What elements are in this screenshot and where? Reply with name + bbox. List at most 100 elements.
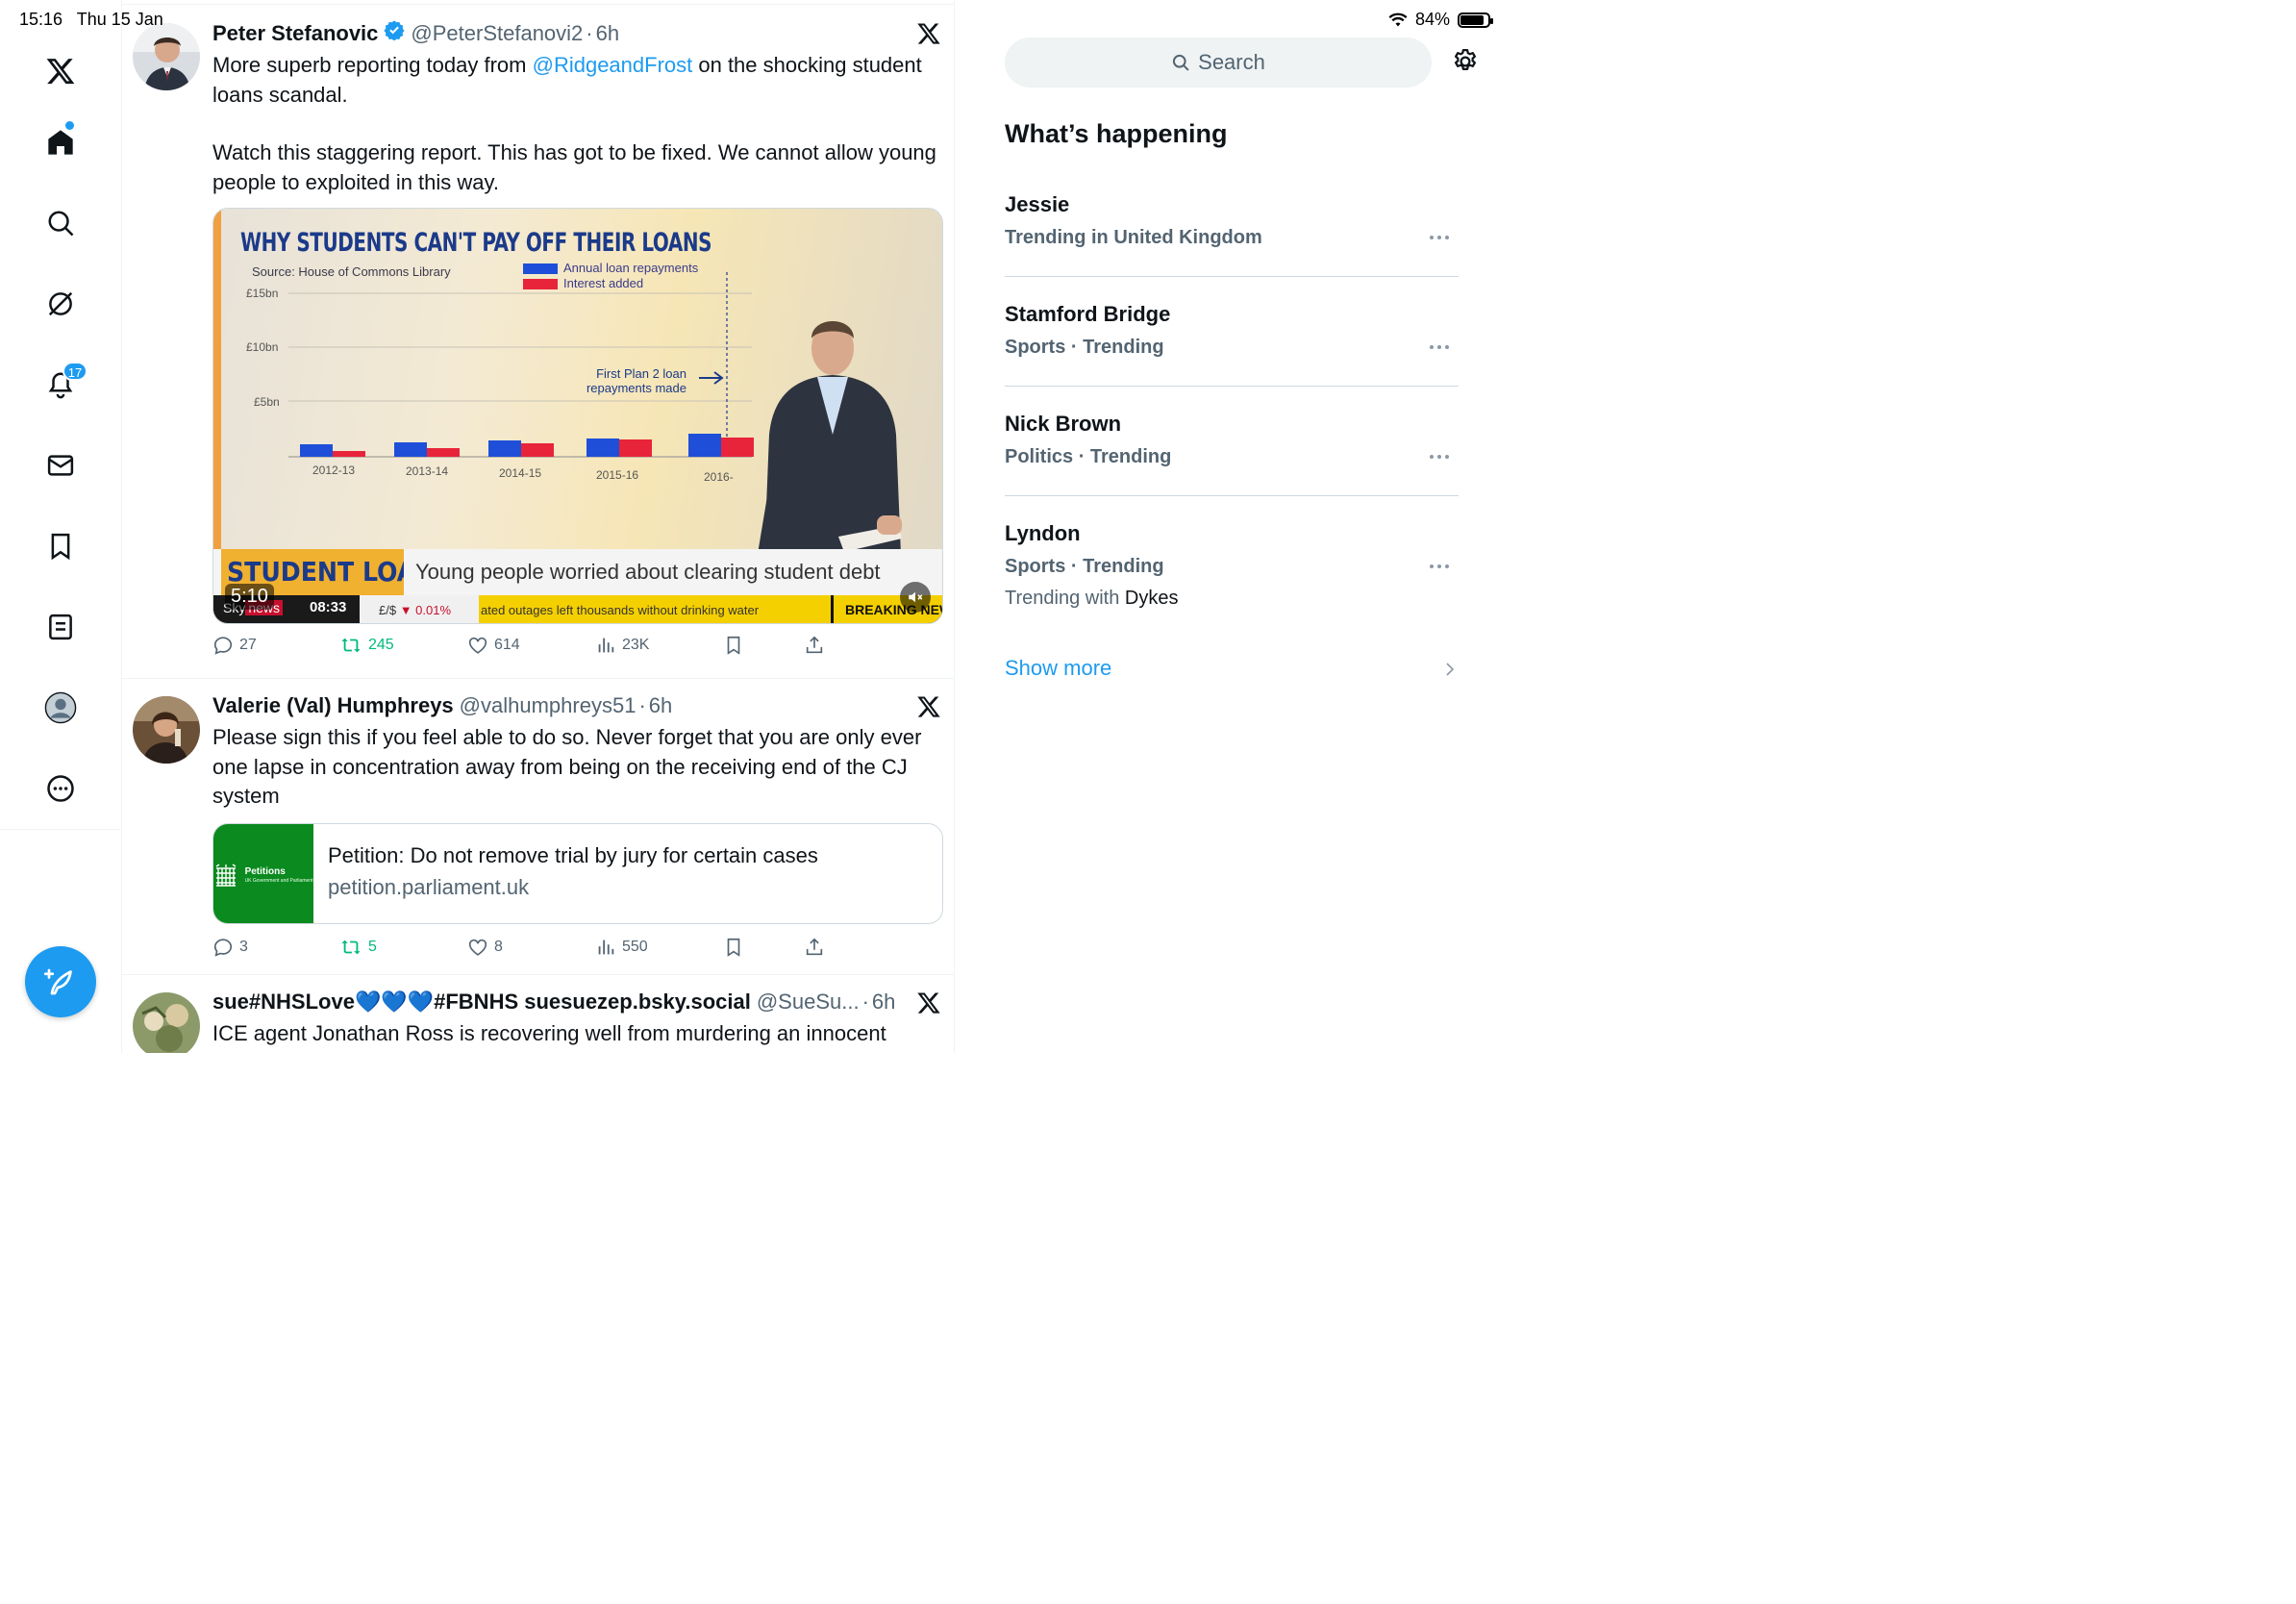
like-button[interactable]: 8: [467, 937, 503, 958]
separator-dot: ·: [638, 693, 646, 717]
compose-icon: [43, 968, 72, 995]
battery-level: [1460, 14, 1484, 25]
more-icon[interactable]: [36, 764, 86, 814]
author-name[interactable]: Valerie (Val) Humphreys: [212, 692, 454, 719]
trend-item[interactable]: Nick Brown Politics · Trending: [1005, 412, 1459, 496]
views-icon: [598, 940, 614, 955]
repost-button[interactable]: 245: [339, 635, 394, 656]
repost-count: 245: [368, 637, 394, 653]
x-logo-icon[interactable]: [916, 694, 941, 719]
views-icon: [598, 638, 614, 653]
tweet[interactable]: sue#NHSLove💙💙💙#FBNHS suesuezep.bsky.soci…: [122, 975, 954, 1053]
grok-icon[interactable]: [36, 279, 86, 329]
author-handle[interactable]: @SueSu...: [757, 989, 860, 1015]
tweet-text: ICE agent Jonathan Ross is recovering we…: [212, 1021, 886, 1045]
x-tick: 2012-13: [312, 464, 355, 477]
video-bar-blue: [688, 434, 721, 457]
link-card-title: Petition: Do not remove trial by jury fo…: [328, 843, 818, 867]
mention-link[interactable]: @RidgeandFrost: [533, 53, 693, 77]
views-button[interactable]: 23K: [595, 635, 649, 656]
settings-button[interactable]: [1451, 47, 1482, 78]
trend-item[interactable]: Lyndon Sports · Trending Trending with D…: [1005, 521, 1459, 627]
tweet[interactable]: Valerie (Val) Humphreys @valhumphreys51 …: [122, 679, 954, 975]
trend-meta: Sports · Trending: [1005, 556, 1164, 577]
video-ticker: Skynews 08:33 £/$ ▼ 0.01% ated outages l…: [213, 595, 942, 623]
tweet-time[interactable]: 6h: [872, 989, 895, 1015]
x-tick: 2015-16: [596, 468, 638, 482]
compose-button[interactable]: [25, 946, 96, 1017]
video-bar-blue: [394, 442, 427, 457]
x-tick: 2014-15: [499, 466, 541, 480]
home-icon[interactable]: [36, 117, 86, 167]
lists-icon[interactable]: [36, 602, 86, 652]
x-logo-icon[interactable]: [916, 990, 941, 1015]
more-dots-icon[interactable]: [1428, 562, 1451, 571]
bell-icon[interactable]: 17: [36, 360, 87, 410]
video-bar-red: [333, 451, 365, 457]
bookmark-button[interactable]: [723, 937, 744, 958]
battery-icon: [1458, 12, 1493, 28]
avatar[interactable]: [133, 23, 200, 90]
separator-dot: ·: [861, 990, 869, 1014]
more-dots-icon[interactable]: [1428, 233, 1451, 242]
tweet-time[interactable]: 6h: [649, 692, 672, 719]
video-bar-red: [619, 439, 652, 457]
share-icon: [806, 938, 823, 956]
trend-name: Lyndon: [1005, 521, 1081, 545]
tweet-time[interactable]: 6h: [596, 20, 619, 47]
trend-meta: Trending in United Kingdom: [1005, 227, 1262, 248]
video-bar-blue: [586, 439, 619, 457]
like-button[interactable]: 614: [467, 635, 520, 656]
share-button[interactable]: [804, 635, 825, 656]
right-sidebar: Search What’s happening Jessie Trending …: [983, 0, 1502, 1053]
video-lower-third: STUDENT LOANS Young people worried about…: [213, 549, 942, 595]
mail-icon[interactable]: [36, 440, 86, 490]
reply-button[interactable]: 3: [212, 937, 248, 958]
reply-button[interactable]: 27: [212, 635, 257, 656]
show-more-link[interactable]: Show more: [1005, 656, 1111, 681]
bookmark-nav-icon[interactable]: [36, 521, 86, 571]
chevron-right-icon[interactable]: [1444, 662, 1456, 677]
status-bar-left: 15:16 Thu 15 Jan: [19, 10, 173, 30]
author-handle[interactable]: @valhumphreys51: [460, 692, 636, 719]
x-logo-icon[interactable]: [916, 21, 941, 46]
tweet-actions: 27 245 614 23K: [212, 635, 847, 662]
trend-item[interactable]: Jessie Trending in United Kingdom: [1005, 192, 1459, 277]
avatar[interactable]: [133, 992, 200, 1053]
link-card-thumb-title: Petitions UK Government and Parliament: [245, 866, 313, 884]
profile-icon[interactable]: [36, 683, 86, 733]
link-card-thumbnail: Petitions UK Government and Parliament: [213, 824, 313, 923]
y-tick: £5bn: [254, 395, 280, 409]
video-lower-text: Young people worried about clearing stud…: [415, 560, 881, 584]
avatar[interactable]: [133, 696, 200, 764]
views-button[interactable]: 550: [595, 937, 648, 958]
share-button[interactable]: [804, 937, 825, 958]
verified-badge-icon: [384, 19, 405, 47]
trend-name: Jessie: [1005, 192, 1070, 216]
tweet[interactable]: Peter Stefanovic @PeterStefanovi2 · 6h M…: [122, 4, 954, 679]
status-date: Thu 15 Jan: [76, 10, 163, 29]
views-count: 23K: [622, 637, 650, 653]
muted-speaker-icon: [909, 591, 923, 603]
trend-item[interactable]: Stamford Bridge Sports · Trending: [1005, 302, 1459, 387]
search-icon: [1173, 54, 1189, 71]
video-clock: 08:33: [310, 599, 347, 615]
timeline: Peter Stefanovic @PeterStefanovi2 · 6h M…: [122, 0, 955, 1053]
author-name[interactable]: sue#NHSLove💙💙💙#FBNHS suesuezep.bsky.soci…: [212, 989, 751, 1015]
mute-button[interactable]: [900, 582, 931, 613]
search-nav-icon[interactable]: [36, 198, 86, 248]
video-player[interactable]: WHY STUDENTS CAN'T PAY OFF THEIR LOANS S…: [212, 208, 943, 624]
more-dots-icon[interactable]: [1428, 452, 1451, 462]
author-handle[interactable]: @PeterStefanovi2: [411, 20, 583, 47]
bookmark-button[interactable]: [723, 635, 744, 656]
nav-divider: [0, 829, 122, 830]
thumb-subtitle: UK Government and Parliament: [244, 877, 313, 884]
more-dots-icon[interactable]: [1428, 342, 1451, 352]
repost-button[interactable]: 5: [339, 937, 377, 958]
video-bar-red: [521, 443, 554, 457]
wifi-icon: [1388, 13, 1408, 26]
search-input[interactable]: Search: [1005, 38, 1432, 88]
author-name[interactable]: Peter Stefanovic: [212, 20, 378, 47]
x-logo-icon[interactable]: [36, 46, 86, 96]
link-card[interactable]: Petitions UK Government and Parliament P…: [212, 823, 943, 924]
